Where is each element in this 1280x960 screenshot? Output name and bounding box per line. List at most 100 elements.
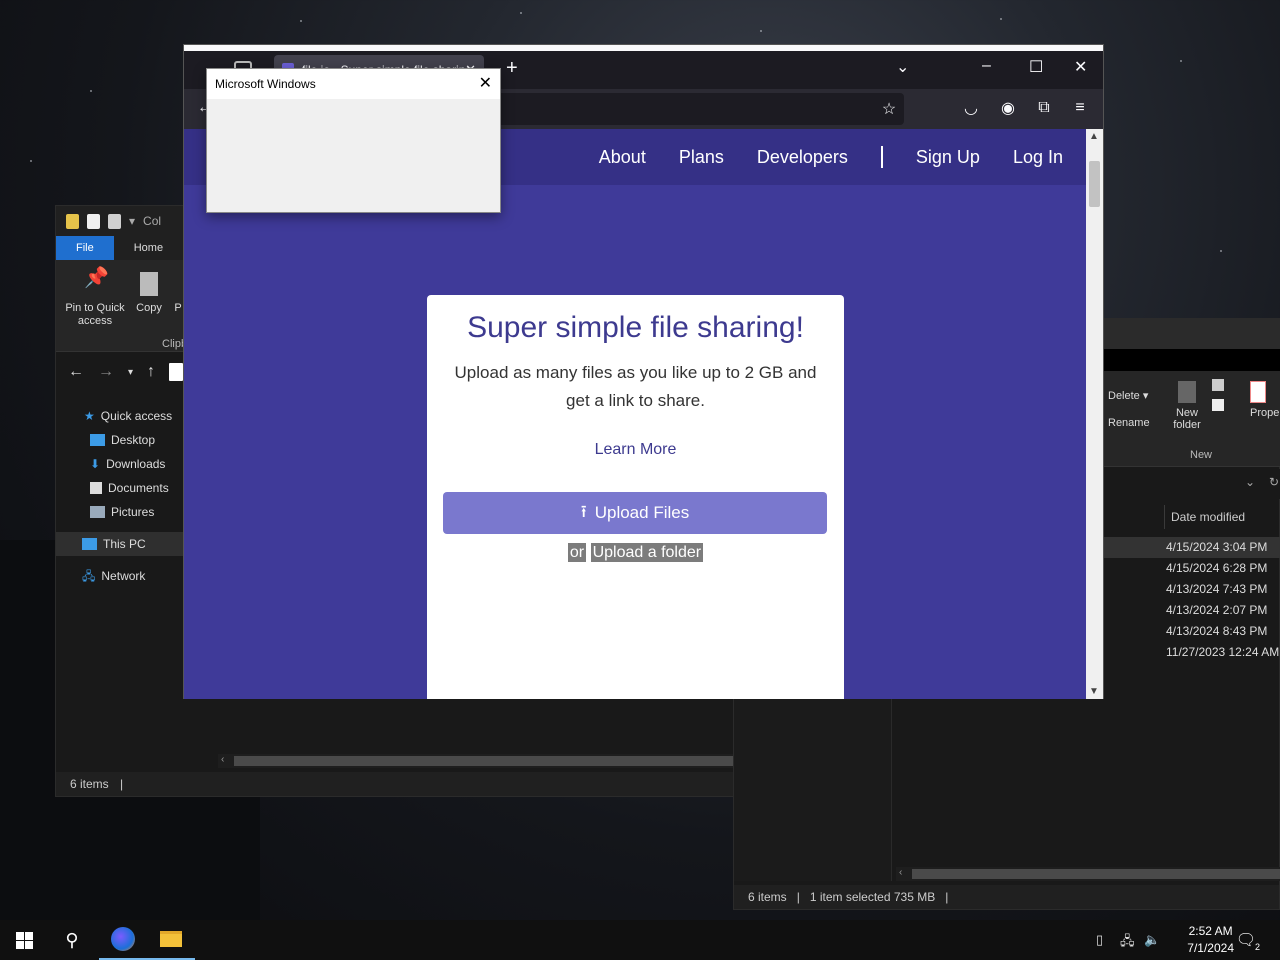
taskbar: ⚲ ▯ 🖧 🔈 2:52 AM 7/1/2024 🗨 2 [0, 920, 1280, 960]
list-item[interactable]: 4/15/2024 6:28 PM [1166, 558, 1280, 579]
horizontal-scrollbar[interactable]: ‹ [218, 754, 734, 768]
network-icon[interactable]: 🖧 [1120, 932, 1136, 948]
pictures-icon [90, 506, 105, 518]
address-bar[interactable]: ⌄ ↻ [1104, 469, 1280, 499]
horizontal-scrollbar[interactable]: ‹ [896, 867, 1280, 881]
taskbar-firefox[interactable] [99, 920, 147, 960]
download-icon: ⬇ [90, 457, 101, 471]
list-item[interactable]: 4/13/2024 7:43 PM [1166, 579, 1280, 600]
file-list: 4/15/2024 3:04 PM 4/15/2024 6:28 PM 4/13… [1104, 537, 1280, 663]
page-viewport: About Plans Developers Sign Up Log In Su… [184, 129, 1087, 699]
customize-qat-icon[interactable]: ▾ [129, 214, 135, 228]
ribbon: Delete ▾ Rename New folder New Prope [1104, 371, 1280, 467]
scrollbar-thumb[interactable] [912, 869, 1280, 879]
recent-locations-icon[interactable]: ▾ [128, 367, 133, 378]
column-header-date-modified[interactable]: Date modified [1164, 505, 1245, 529]
nav-link-about[interactable]: About [599, 147, 646, 168]
vertical-scrollbar[interactable]: ▲ ▼ [1086, 129, 1103, 699]
close-window-button[interactable]: ✕ [1074, 57, 1087, 77]
microsoft-windows-dialog[interactable]: Microsoft Windows ✕ [206, 68, 501, 213]
easy-access-icon[interactable] [1212, 399, 1224, 411]
forward-arrow-icon[interactable]: → [98, 363, 114, 381]
notification-count: 2 [1254, 942, 1260, 952]
upload-card: Super simple file sharing! Upload as man… [427, 295, 844, 699]
volume-muted-icon[interactable]: 🔈 [1144, 932, 1160, 948]
page-title: Super simple file sharing! [467, 311, 804, 344]
properties-icon[interactable] [87, 213, 100, 229]
dialog-title-bar: Microsoft Windows ✕ [207, 69, 500, 99]
search-button[interactable]: ⚲ [48, 920, 96, 960]
document-icon [90, 482, 102, 494]
properties-button[interactable]: Prope [1250, 381, 1280, 419]
computer-icon [82, 538, 97, 550]
new-folder-icon [1178, 381, 1196, 403]
item-count: 6 items [70, 777, 109, 791]
chevron-down-icon[interactable]: ⌄ [1245, 475, 1255, 489]
status-bar: 6 items | 1 item selected 735 MB | [734, 885, 1279, 909]
scroll-left-icon[interactable]: ‹ [221, 754, 224, 765]
up-arrow-icon[interactable]: ↑ [147, 363, 155, 381]
scrollbar-thumb[interactable] [1089, 161, 1100, 207]
taskbar-file-explorer[interactable] [147, 920, 195, 960]
list-item[interactable]: 4/13/2024 8:43 PM [1166, 621, 1280, 642]
nav-link-developers[interactable]: Developers [757, 147, 848, 168]
or-text: or [567, 543, 587, 562]
pocket-icon[interactable]: ◡ [960, 97, 982, 119]
upload-folder-link[interactable]: Upload a folder [590, 543, 704, 562]
upload-folder-line: or Upload a folder [427, 543, 844, 562]
upload-files-button[interactable]: ⭱ Upload Files [443, 492, 827, 534]
learn-more-link[interactable]: Learn More [427, 441, 844, 459]
star-icon: ★ [84, 409, 95, 423]
usb-icon[interactable]: ▯ [1096, 932, 1112, 948]
pin-icon: 📌 [84, 267, 109, 289]
nav-link-plans[interactable]: Plans [679, 147, 724, 168]
notification-center-button[interactable]: 🗨 2 [1226, 920, 1266, 960]
copy-icon [140, 272, 158, 296]
windows-logo-icon [15, 931, 33, 949]
rename-button[interactable]: Rename [1108, 417, 1150, 429]
scroll-down-icon[interactable]: ▼ [1089, 686, 1099, 697]
notification-icon: 🗨 [1235, 932, 1257, 949]
upload-icon: ⭱ [580, 501, 587, 521]
scrollbar-thumb[interactable] [234, 756, 734, 766]
properties-icon [1250, 381, 1266, 403]
delete-button[interactable]: Delete ▾ [1108, 389, 1148, 402]
item-count: 6 items [748, 890, 787, 904]
list-item[interactable]: 11/27/2023 12:24 AM [1166, 642, 1280, 663]
window-title: Col [143, 214, 162, 228]
new-item-icon[interactable] [1212, 379, 1224, 391]
refresh-icon[interactable]: ↻ [1269, 475, 1279, 489]
selection-info: 1 item selected 735 MB [809, 890, 936, 904]
address-bar[interactable] [169, 363, 184, 381]
firefox-icon [111, 927, 135, 951]
nav-link-sign-up[interactable]: Sign Up [916, 147, 980, 168]
list-all-tabs-icon[interactable]: ⌄ [896, 57, 909, 77]
nav-divider [880, 146, 883, 168]
new-folder-icon[interactable] [108, 213, 121, 229]
menu-icon[interactable]: ≡ [1069, 97, 1091, 119]
new-tab-button[interactable]: + [506, 57, 518, 80]
list-item[interactable]: 4/13/2024 2:07 PM [1166, 600, 1280, 621]
close-icon[interactable]: ✕ [479, 69, 492, 99]
tab-file[interactable]: File [56, 236, 114, 260]
tab-home[interactable]: Home [114, 236, 183, 260]
maximize-button[interactable]: ☐ [1029, 57, 1043, 77]
status-bar: 6 items | [56, 772, 734, 796]
new-group-label: New [1190, 449, 1213, 461]
bookmark-star-icon[interactable]: ☆ [878, 98, 900, 120]
url-bar[interactable]: ☆ [494, 93, 904, 125]
scroll-up-icon[interactable]: ▲ [1089, 131, 1099, 142]
extensions-icon[interactable]: ⧉ [1033, 97, 1055, 119]
minimize-button[interactable]: – [982, 57, 991, 75]
nav-link-log-in[interactable]: Log In [1013, 147, 1063, 168]
folder-icon [160, 931, 182, 947]
account-icon[interactable]: ◉ [997, 97, 1019, 119]
start-button[interactable] [0, 920, 48, 960]
title-bar [1104, 319, 1280, 349]
back-arrow-icon[interactable]: ← [68, 363, 84, 381]
scroll-left-icon[interactable]: ‹ [899, 867, 902, 878]
list-item[interactable]: 4/15/2024 3:04 PM [1104, 537, 1280, 558]
new-folder-button[interactable]: New folder [1170, 381, 1204, 431]
page-subtitle: Upload as many files as you like up to 2… [454, 363, 817, 410]
desktop-icon [90, 434, 105, 446]
